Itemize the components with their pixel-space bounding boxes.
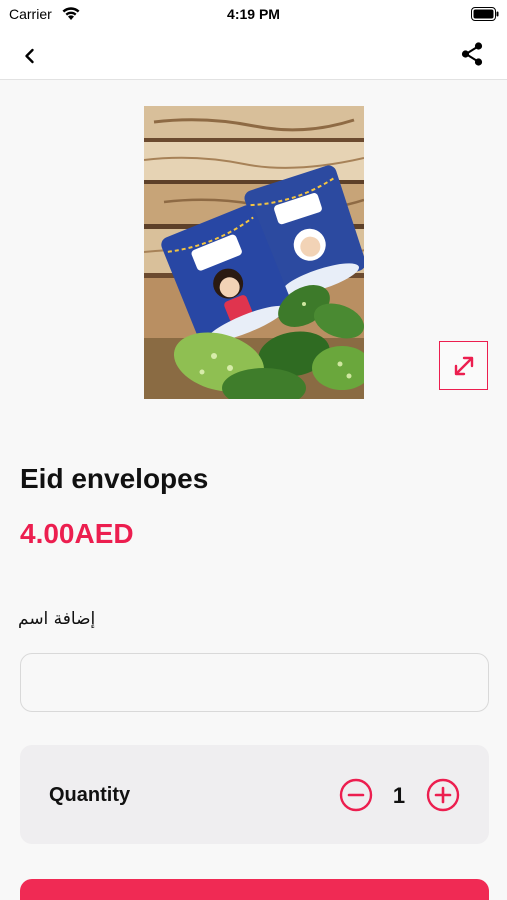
nav-bar [0, 30, 507, 80]
increase-quantity-button[interactable] [426, 778, 460, 812]
chevron-left-icon [25, 48, 34, 64]
share-icon [461, 42, 483, 66]
minus-circle-icon [339, 778, 373, 812]
status-bar: Carrier 4:19 PM [0, 0, 507, 30]
plus-circle-icon [426, 778, 460, 812]
add-to-cart-button[interactable] [20, 879, 489, 900]
quantity-value: 1 [392, 783, 406, 808]
name-input[interactable] [20, 653, 489, 712]
battery-icon [471, 7, 499, 21]
add-name-label: إضافة اسم [18, 609, 96, 629]
share-button[interactable] [454, 36, 490, 72]
quantity-card: Quantity 1 [20, 745, 489, 844]
status-time: 4:19 PM [227, 6, 280, 22]
product-image[interactable] [144, 106, 364, 399]
product-price: 4.00AED [20, 518, 134, 549]
quantity-label: Quantity [49, 784, 131, 806]
expand-icon [454, 356, 473, 375]
eid-envelopes-photo [144, 106, 364, 399]
product-title: Eid envelopes [20, 463, 209, 494]
back-button[interactable] [12, 38, 48, 74]
decrease-quantity-button[interactable] [339, 778, 373, 812]
expand-image-button[interactable] [439, 341, 488, 390]
